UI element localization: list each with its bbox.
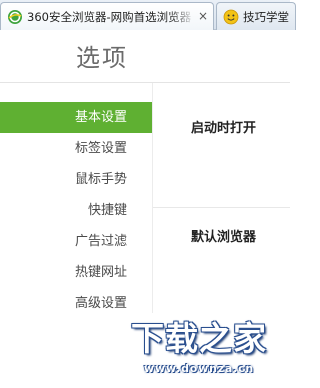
nav-item-mouse-gestures[interactable]: 鼠标手势: [0, 164, 152, 195]
nav-item-hotkey-urls[interactable]: 热键网址: [0, 257, 152, 288]
watermark-url: www.downza.cn: [143, 362, 255, 375]
360-browser-icon: [8, 9, 22, 24]
nav-item-shortcuts[interactable]: 快捷键: [0, 195, 152, 226]
nav-item-tab-settings[interactable]: 标签设置: [0, 133, 152, 164]
tab-title: 360安全浏览器-网购首选浏览器: [27, 9, 192, 24]
page-title: 选项: [76, 44, 128, 72]
section-title-on-startup: 启动时打开: [191, 121, 257, 136]
watermark-logo: 下载之家: [131, 319, 267, 358]
section-divider: [153, 207, 290, 208]
header-divider: [0, 82, 290, 83]
settings-nav: 基本设置 标签设置 鼠标手势 快捷键 广告过滤 热键网址 高级设置: [0, 102, 152, 319]
nav-item-basic-settings[interactable]: 基本设置: [0, 102, 152, 133]
nav-divider: [152, 83, 153, 313]
section-title-default-browser: 默认浏览器: [191, 230, 257, 245]
tab-strip: 360安全浏览器-网购首选浏览器 × 技巧学堂: [0, 0, 296, 30]
nav-item-ad-filter[interactable]: 广告过滤: [0, 226, 152, 257]
tab-360-browser[interactable]: 360安全浏览器-网购首选浏览器 ×: [0, 2, 214, 30]
close-tab-icon[interactable]: ×: [196, 9, 210, 23]
smiley-icon: [223, 9, 239, 24]
tab-title: 技巧学堂: [243, 9, 289, 24]
tab-tips[interactable]: 技巧学堂: [216, 2, 296, 30]
watermark: 下载之家 www.downza.cn: [108, 312, 290, 388]
